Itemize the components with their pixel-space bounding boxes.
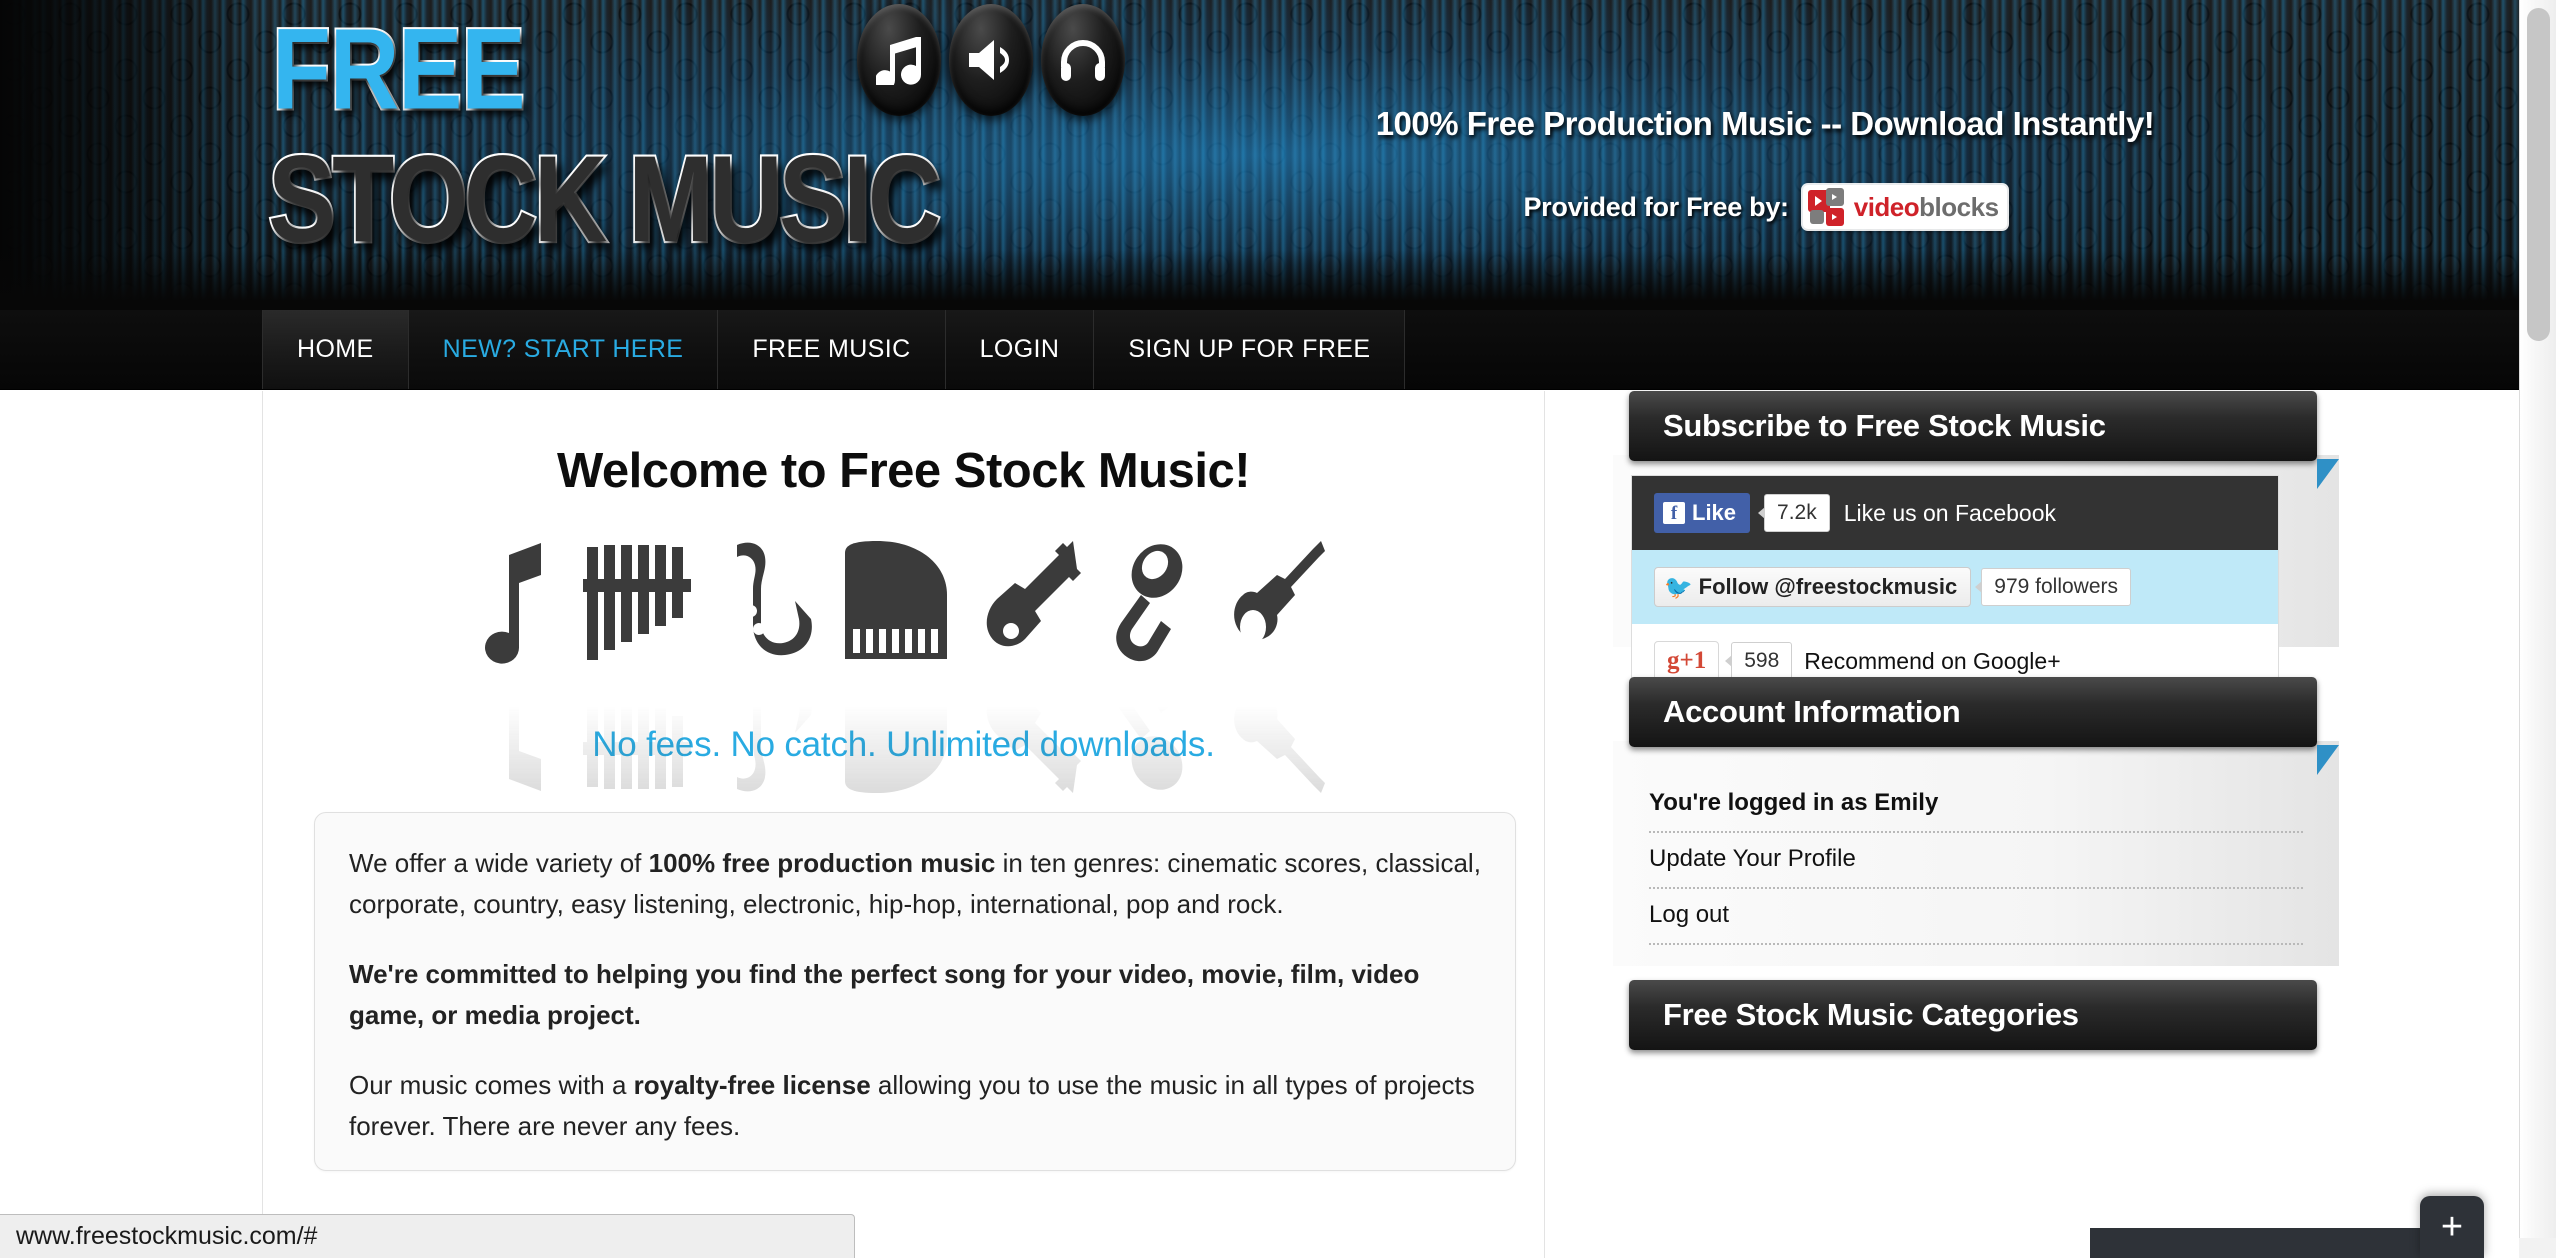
electric-guitar-icon: [981, 539, 1081, 793]
google-plus-button[interactable]: g+1: [1654, 641, 1720, 681]
twitter-follow-button[interactable]: 🐦 Follow @freestockmusic: [1654, 567, 1972, 607]
google-plus-count: 598: [1725, 642, 1793, 680]
intro-p3-part-1: Our music comes with a: [349, 1070, 634, 1101]
nav-item-sign-up-for-free[interactable]: SIGN UP FOR FREE: [1094, 310, 1406, 389]
violin-icon: [1225, 539, 1329, 793]
nav-item-login[interactable]: LOGIN: [945, 310, 1095, 389]
logo-badge-group: [857, 4, 1125, 116]
facebook-caption: Like us on Facebook: [1843, 499, 2056, 526]
facebook-like-row: f Like 7.2k Like us on Facebook: [1632, 476, 2278, 550]
site-logo[interactable]: FREE STOCK MUSIC: [262, 2, 1125, 287]
main-navigation: HOME NEW? START HERE FREE MUSIC LOGIN SI…: [0, 310, 2519, 390]
browser-viewport: FREE STOCK MUSIC 100% Free Production Mu…: [0, 0, 2556, 1258]
account-information-panel: Account Information You're logged in as …: [1613, 677, 2339, 966]
twitter-follower-count: 979 followers: [1975, 568, 2132, 606]
account-panel-body: You're logged in as Emily Update Your Pr…: [1613, 741, 2339, 966]
sidebar: Subscribe to Free Stock Music f Like 7.2…: [1613, 391, 2339, 1064]
grand-piano-icon: [837, 539, 957, 793]
account-update-profile-link[interactable]: Update Your Profile: [1649, 833, 2303, 889]
add-button[interactable]: +: [2420, 1196, 2484, 1258]
fab-base-bar: [2090, 1228, 2420, 1258]
facebook-like-count: 7.2k: [1758, 494, 1830, 532]
headphones-icon: [1041, 4, 1125, 116]
videoblocks-logo[interactable]: videoblocks: [1802, 185, 2007, 229]
nav-left-spacer: [0, 310, 262, 389]
scrollbar-corner: [2519, 1238, 2556, 1258]
videoblocks-wordmark: videoblocks: [1854, 192, 1999, 223]
intro-p2-part-1: We're committed to helping you find the …: [349, 959, 1420, 1030]
provided-by-label: Provided for Free by:: [1523, 191, 1789, 222]
microphone-icon: [1105, 539, 1201, 790]
ribbon-fold-decoration: [2317, 459, 2339, 489]
intro-paragraph-3: Our music comes with a royalty-free lice…: [349, 1065, 1481, 1146]
account-links-list: You're logged in as Emily Update Your Pr…: [1613, 755, 2339, 975]
status-bar-url: www.freestockmusic.com/#: [0, 1214, 855, 1258]
page-title: Welcome to Free Stock Music!: [556, 444, 1251, 498]
twitter-follow-label: Follow @freestockmusic: [1698, 574, 1958, 599]
nav-item-free-music[interactable]: FREE MUSIC: [718, 310, 946, 389]
categories-panel: Free Stock Music Categories: [1613, 980, 2339, 1050]
twitter-follow-row: 🐦 Follow @freestockmusic 979 followers: [1632, 550, 2278, 624]
intro-paragraph-1: We offer a wide variety of 100% free pro…: [349, 843, 1481, 924]
logo-line-free: FREE: [270, 3, 527, 136]
intro-p1-part-1: We offer a wide variety of: [349, 848, 649, 878]
logo-line-stock-music: STOCK MUSIC: [266, 129, 943, 270]
intro-p3-part-2: royalty-free license: [633, 1070, 871, 1101]
nav-item-new-start-here[interactable]: NEW? START HERE: [408, 310, 719, 389]
videoblocks-mark-icon: [1807, 188, 1848, 226]
videoblocks-word-blocks: blocks: [1919, 191, 1999, 222]
main-content-column: Welcome to Free Stock Music! catch. Unli…: [262, 391, 1545, 1258]
speaker-icon: [949, 4, 1033, 116]
social-widget-box: f Like 7.2k Like us on Facebook 🐦 Follow…: [1631, 475, 2279, 699]
intro-p1-part-2: 100% free production music: [648, 848, 996, 878]
subscribe-panel-header: Subscribe to Free Stock Music: [1629, 391, 2339, 489]
intro-paragraph-2: We're committed to helping you find the …: [349, 954, 1481, 1035]
subscribe-panel-title: Subscribe to Free Stock Music: [1663, 408, 2106, 443]
sponsor-row: Provided for Free by: videoblocks: [1240, 185, 2290, 229]
account-logged-in-status: You're logged in as Emily: [1649, 777, 2303, 833]
ribbon-fold-decoration: [2317, 745, 2339, 775]
site-header-banner: FREE STOCK MUSIC 100% Free Production Mu…: [0, 0, 2519, 310]
intro-info-card: We offer a wide variety of 100% free pro…: [314, 812, 1516, 1172]
google-plus-caption: Recommend on Google+: [1804, 647, 2061, 674]
categories-panel-title: Free Stock Music Categories: [1663, 997, 2079, 1032]
vertical-scrollbar[interactable]: [2519, 0, 2556, 1258]
nav-item-home[interactable]: HOME: [262, 310, 409, 389]
account-panel-title: Account Information: [1663, 694, 1961, 729]
google-plus-label: +1: [1679, 647, 1707, 674]
scrollbar-thumb[interactable]: [2527, 8, 2550, 341]
saxophone-icon: [717, 539, 813, 792]
page-body: Welcome to Free Stock Music! catch. Unli…: [0, 391, 2519, 1258]
instrument-icon-row: [263, 527, 1544, 793]
google-plus-icon: g: [1667, 647, 1680, 674]
account-panel-header: Account Information: [1629, 677, 2339, 775]
pan-flute-icon: [581, 539, 693, 789]
facebook-like-label: Like: [1692, 500, 1737, 525]
subscribe-panel: Subscribe to Free Stock Music f Like 7.2…: [1613, 391, 2339, 699]
account-log-out-link[interactable]: Log out: [1649, 889, 2303, 945]
header-tagline: 100% Free Production Music -- Download I…: [1375, 105, 2155, 142]
twitter-bird-icon: 🐦: [1664, 573, 1693, 600]
categories-panel-header: Free Stock Music Categories: [1629, 980, 2317, 1050]
subscribe-panel-body: f Like 7.2k Like us on Facebook 🐦 Follow…: [1613, 455, 2339, 699]
music-note-icon: [479, 539, 557, 791]
music-note-icon: [857, 4, 941, 116]
videoblocks-word-video: video: [1853, 191, 1920, 222]
facebook-icon: f: [1663, 502, 1685, 524]
facebook-like-button[interactable]: f Like: [1654, 493, 1751, 533]
